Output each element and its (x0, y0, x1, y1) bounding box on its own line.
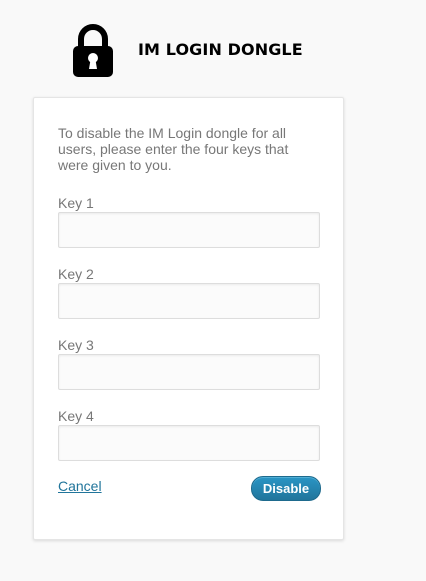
key-4-label: Key 4 (58, 408, 94, 424)
key-3-label: Key 3 (58, 337, 94, 353)
cancel-link[interactable]: Cancel (58, 478, 102, 494)
form-instructions: To disable the IM Login dongle for all u… (58, 125, 289, 173)
key-2-input[interactable] (58, 283, 320, 319)
key-3-input[interactable] (58, 354, 320, 390)
key-1-input[interactable] (58, 212, 320, 248)
key-2-label: Key 2 (58, 266, 94, 282)
app-title: IM LOGIN DONGLE (138, 40, 303, 59)
key-4-input[interactable] (58, 425, 320, 461)
disable-dongle-form: To disable the IM Login dongle for all u… (33, 97, 344, 540)
header: IM LOGIN DONGLE (0, 0, 426, 96)
key-1-label: Key 1 (58, 195, 94, 211)
disable-button[interactable]: Disable (251, 476, 321, 501)
lock-icon (73, 24, 113, 77)
